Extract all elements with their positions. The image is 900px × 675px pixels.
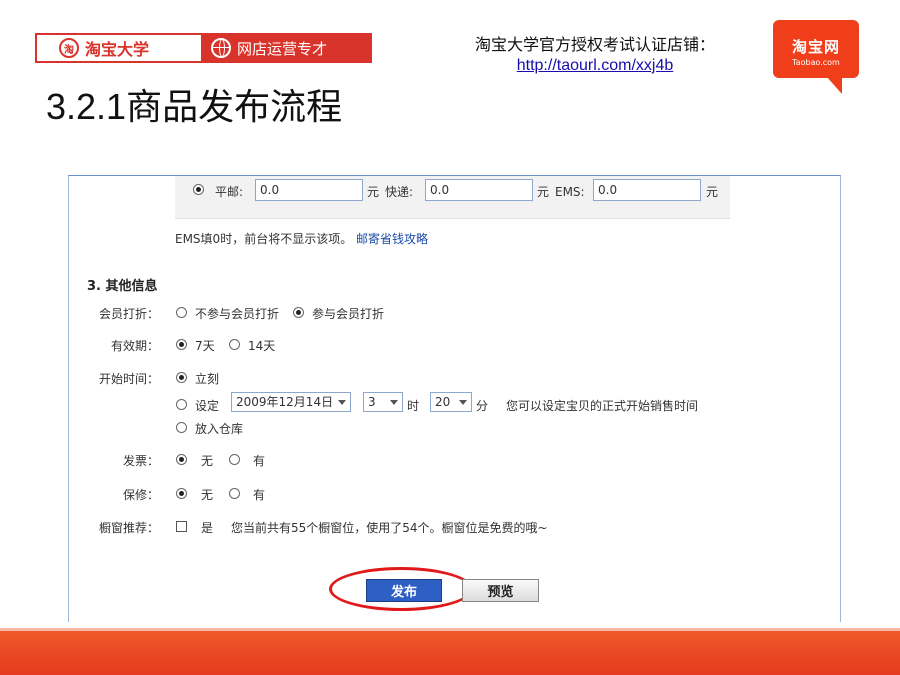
start-hour-select[interactable]: 3 — [363, 392, 403, 412]
post-label: 平邮: — [215, 185, 244, 199]
globe-icon — [211, 38, 231, 58]
warranty-no-radio[interactable] — [176, 488, 187, 499]
postage-tips-link[interactable]: 邮寄省钱攻略 — [356, 231, 428, 247]
store-line: 淘宝大学官方授权考试认证店铺： — [474, 37, 715, 54]
chevron-down-icon — [338, 400, 346, 405]
other-info-title: 3. 其他信息 — [87, 279, 158, 294]
start-set-label: 设定 — [195, 399, 220, 413]
publish-button[interactable]: 发布 — [366, 579, 442, 602]
brand-name: 淘宝大学 — [85, 40, 150, 59]
taobao-logo-en: Taobao.com — [792, 58, 840, 67]
warranty-yes-label: 有 — [253, 488, 266, 502]
warehouse-label: 放入仓库 — [195, 422, 244, 436]
brand-left: 淘 淘宝大学 — [37, 35, 201, 61]
slide-title: 3.2.1商品发布流程 — [46, 86, 343, 127]
validity-7-label: 7天 — [195, 339, 215, 353]
minute-unit: 分 — [476, 399, 489, 413]
member-discount-no-radio[interactable] — [176, 307, 187, 318]
shipping-fee-box: 平邮: 0.0 元 快递: 0.0 元 EMS: 0.0 元 — [175, 176, 730, 219]
window-recommend-yes: 是 — [201, 521, 214, 535]
post-fee-input[interactable]: 0.0 — [255, 179, 363, 201]
start-minute-value: 20 — [435, 395, 451, 409]
footer-bar — [0, 631, 900, 675]
store-link[interactable]: http://taourl.com/xxj4b — [450, 56, 740, 76]
member-discount-yes-radio[interactable] — [293, 307, 304, 318]
start-set-radio[interactable] — [176, 399, 187, 410]
invoice-no-label: 无 — [201, 454, 214, 468]
validity-14-label: 14天 — [248, 339, 276, 353]
express-label: 快递: — [385, 185, 414, 199]
start-time-label: 开始时间： — [98, 372, 159, 386]
university-seal-icon: 淘 — [59, 38, 79, 58]
taobao-logo-zh: 淘宝网 — [791, 38, 840, 56]
store-info: 淘宝大学官方授权考试认证店铺： http://taourl.com/xxj4b — [450, 36, 740, 76]
post-radio[interactable] — [193, 184, 204, 195]
chevron-down-icon — [390, 400, 398, 405]
start-date-value: 2009年12月14日 — [236, 395, 334, 409]
start-hour-value: 3 — [368, 395, 376, 409]
window-recommend-label: 橱窗推荐： — [98, 521, 159, 535]
ems-label: EMS: — [555, 185, 585, 199]
start-date-select[interactable]: 2009年12月14日 — [231, 392, 351, 412]
member-discount-yes-label: 参与会员打折 — [312, 307, 385, 321]
start-now-radio[interactable] — [176, 372, 187, 383]
invoice-yes-label: 有 — [253, 454, 266, 468]
post-unit: 元 — [367, 185, 380, 199]
invoice-no-radio[interactable] — [176, 454, 187, 465]
brand-banner: 淘 淘宝大学 网店运营专才 — [35, 33, 372, 63]
warehouse-radio[interactable] — [176, 422, 187, 433]
validity-label: 有效期： — [110, 339, 159, 353]
brand-slogan: 网店运营专才 — [237, 39, 328, 58]
invoice-label: 发票： — [122, 454, 159, 468]
start-now-label: 立刻 — [195, 372, 220, 386]
brand-right: 网店运营专才 — [201, 35, 370, 61]
window-recommend-checkbox[interactable] — [176, 521, 187, 532]
express-fee-input[interactable]: 0.0 — [425, 179, 533, 201]
ems-fee-input[interactable]: 0.0 — [593, 179, 701, 201]
start-time-hint: 您可以设定宝贝的正式开始销售时间 — [506, 399, 699, 413]
express-unit: 元 — [537, 185, 550, 199]
publish-form-panel: 平邮: 0.0 元 快递: 0.0 元 EMS: 0.0 元 EMS填0时，前台… — [68, 175, 841, 622]
window-recommend-hint: 您当前共有55个橱窗位，使用了54个。橱窗位是免费的哦~ — [231, 521, 548, 535]
hour-unit: 时 — [407, 399, 420, 413]
warranty-no-label: 无 — [201, 488, 214, 502]
warranty-label: 保修： — [122, 488, 159, 502]
start-minute-select[interactable]: 20 — [430, 392, 472, 412]
member-discount-no-label: 不参与会员打折 — [195, 307, 280, 321]
taobao-logo: 淘宝网 Taobao.com — [773, 20, 859, 78]
validity-14-radio[interactable] — [229, 339, 240, 350]
ems-note: EMS填0时，前台将不显示该项。 — [175, 232, 353, 246]
invoice-yes-radio[interactable] — [229, 454, 240, 465]
member-discount-label: 会员打折： — [98, 307, 159, 321]
taobao-logo-tail — [826, 76, 842, 94]
validity-7-radio[interactable] — [176, 339, 187, 350]
ems-unit: 元 — [706, 185, 719, 199]
warranty-yes-radio[interactable] — [229, 488, 240, 499]
preview-button[interactable]: 预览 — [462, 579, 539, 602]
chevron-down-icon — [459, 400, 467, 405]
